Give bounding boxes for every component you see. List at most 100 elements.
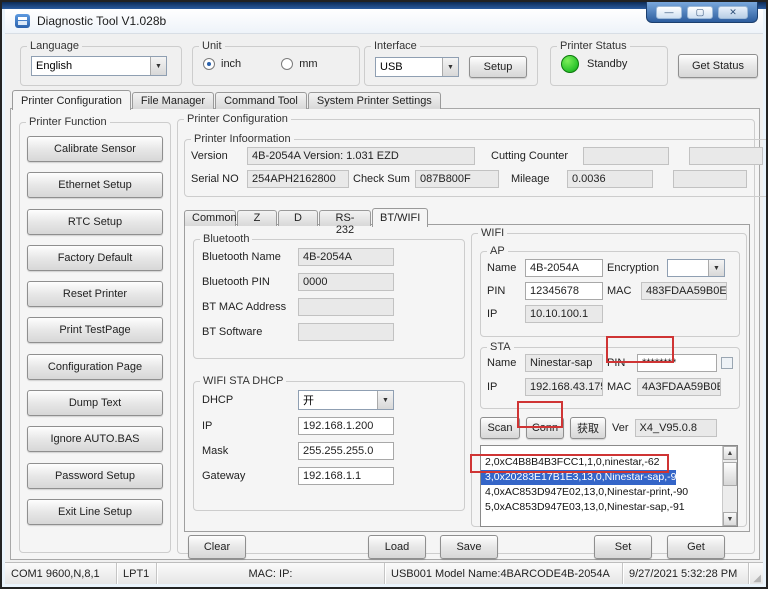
- rtc-setup-button[interactable]: RTC Setup: [27, 209, 163, 235]
- bt-mac-address-field: [298, 298, 394, 316]
- save-button[interactable]: Save: [440, 535, 498, 559]
- get-status-button[interactable]: Get Status: [678, 54, 758, 78]
- list-item[interactable]: 4,0xAC853D947E02,13,0,Ninestar-print,-90: [481, 485, 737, 500]
- dump-text-button[interactable]: Dump Text: [27, 390, 163, 416]
- sta-pin-checkbox[interactable]: [721, 357, 733, 369]
- status-datetime: 9/27/2021 5:32:28 PM: [623, 563, 749, 584]
- wifi-scan-list: 2,0xC4B8B4B3FCC1,1,0,ninestar,-62 3,0x20…: [480, 445, 738, 527]
- bluetooth-label: Bluetooth: [200, 233, 252, 245]
- chevron-down-icon[interactable]: ▼: [377, 391, 393, 409]
- maximize-button[interactable]: ▢: [687, 6, 713, 19]
- sta-dhcp-mask-field[interactable]: 255.255.255.0: [298, 442, 394, 460]
- language-label: Language: [27, 40, 82, 52]
- tab-printer-configuration[interactable]: Printer Configuration: [12, 90, 131, 110]
- print-testpage-button[interactable]: Print TestPage: [27, 317, 163, 343]
- dhcp-value: 开: [303, 392, 314, 408]
- sta-name-label: Name: [487, 357, 521, 369]
- scroll-up-icon[interactable]: ▲: [723, 446, 737, 460]
- unit-mm-radio[interactable]: [281, 58, 293, 70]
- bluetooth-pin-label: Bluetooth PIN: [202, 276, 294, 288]
- list-scrollbar[interactable]: ▲ ▼: [722, 446, 737, 526]
- tab-z[interactable]: Z: [237, 210, 277, 226]
- chevron-down-icon[interactable]: ▼: [442, 58, 458, 76]
- ap-pin-field[interactable]: 12345678: [525, 282, 603, 300]
- ver-field: X4_V95.0.8: [635, 419, 717, 437]
- bluetooth-group: Bluetooth Bluetooth Name 4B-2054A Blueto…: [193, 233, 465, 359]
- exit-line-setup-button[interactable]: Exit Line Setup: [27, 499, 163, 525]
- clear-button[interactable]: Clear: [188, 535, 246, 559]
- printer-status-label: Printer Status: [557, 40, 630, 52]
- scroll-down-icon[interactable]: ▼: [723, 512, 737, 526]
- interface-label: Interface: [371, 40, 420, 52]
- dhcp-label: DHCP: [202, 394, 294, 406]
- bluetooth-name-field: 4B-2054A: [298, 248, 394, 266]
- scan-button[interactable]: Scan: [480, 417, 520, 439]
- password-setup-button[interactable]: Password Setup: [27, 463, 163, 489]
- calibrate-sensor-button[interactable]: Calibrate Sensor: [27, 136, 163, 162]
- chevron-down-icon[interactable]: ▼: [708, 260, 724, 276]
- tab-bt-wifi[interactable]: BT/WIFI: [372, 208, 428, 227]
- window-title: Diagnostic Tool V1.028b: [37, 14, 166, 28]
- ap-encryption-select[interactable]: ▼: [667, 259, 725, 277]
- unit-inch-label: inch: [221, 58, 241, 70]
- app-icon: [15, 14, 30, 28]
- serial-no-label: Serial NO: [191, 173, 243, 185]
- sta-dhcp-ip-field[interactable]: 192.168.1.200: [298, 417, 394, 435]
- dhcp-select[interactable]: 开 ▼: [298, 390, 394, 410]
- sta-dhcp-gateway-field[interactable]: 192.168.1.1: [298, 467, 394, 485]
- unit-inch-radio[interactable]: [203, 58, 215, 70]
- tab-d[interactable]: D: [278, 210, 318, 226]
- tab-system-printer-settings[interactable]: System Printer Settings: [308, 92, 441, 109]
- tab-file-manager[interactable]: File Manager: [132, 92, 214, 109]
- sta-dhcp-mask-label: Mask: [202, 445, 294, 457]
- sta-pin-label: PIN: [607, 357, 633, 369]
- ap-mac-field: 483FDAA59B0E: [641, 282, 727, 300]
- language-select[interactable]: English ▼: [31, 56, 167, 76]
- status-bar: COM1 9600,N,8,1 LPT1 MAC: IP: USB001 Mod…: [5, 562, 763, 584]
- wifi-actions: Scan Conn 获取 Ver X4_V95.0.8: [480, 417, 717, 439]
- setup-button[interactable]: Setup: [469, 56, 527, 78]
- set-button[interactable]: Set: [594, 535, 652, 559]
- reset-printer-button[interactable]: Reset Printer: [27, 281, 163, 307]
- ap-name-field[interactable]: 4B-2054A: [525, 259, 603, 277]
- mileage-field: 0.0036: [567, 170, 653, 188]
- conn-button[interactable]: Conn: [526, 417, 564, 439]
- interface-select[interactable]: USB ▼: [375, 57, 459, 77]
- tab-common[interactable]: Common: [184, 210, 236, 226]
- scrollbar-thumb[interactable]: [723, 462, 737, 486]
- fetch-button[interactable]: 获取: [570, 417, 606, 439]
- bt-software-field: [298, 323, 394, 341]
- unit-mm-label: mm: [299, 58, 317, 70]
- list-item-selected[interactable]: 3,0x20283E17B1E3,13,0,Ninestar-sap,-96: [481, 470, 676, 485]
- list-item[interactable]: 5,0xAC853D947E03,13,0,Ninestar-sap,-91: [481, 500, 737, 515]
- printer-configuration-panel: Printer Function Calibrate Sensor Ethern…: [10, 108, 760, 560]
- sta-ip-field: 192.168.43.175: [525, 378, 603, 396]
- sta-mac-field: 4A3FDAA59B0E: [637, 378, 721, 396]
- printer-configuration-label: Printer Configuration: [184, 113, 291, 125]
- sta-pin-field[interactable]: ********: [637, 354, 717, 372]
- ethernet-setup-button[interactable]: Ethernet Setup: [27, 172, 163, 198]
- tab-command-tool[interactable]: Command Tool: [215, 92, 307, 109]
- printer-information-label: Printer Infoormation: [191, 133, 294, 145]
- wifi-sta-dhcp-label: WIFI STA DHCP: [200, 375, 286, 387]
- configuration-page-button[interactable]: Configuration Page: [27, 354, 163, 380]
- interface-group: Interface USB ▼ Setup: [364, 40, 538, 86]
- ignore-autobas-button[interactable]: Ignore AUTO.BAS: [27, 426, 163, 452]
- resize-grip-icon[interactable]: ◢: [751, 573, 763, 584]
- interface-value: USB: [380, 61, 403, 73]
- factory-default-button[interactable]: Factory Default: [27, 245, 163, 271]
- minimize-button[interactable]: —: [656, 6, 682, 19]
- status-com-port: COM1 9600,N,8,1: [5, 563, 117, 584]
- printer-function-label: Printer Function: [26, 116, 110, 128]
- ap-label: AP: [487, 245, 508, 257]
- close-button[interactable]: ✕: [718, 6, 748, 19]
- status-mac-ip: MAC: IP:: [157, 563, 385, 584]
- list-item[interactable]: 2,0xC4B8B4B3FCC1,1,0,ninestar,-62: [481, 455, 737, 470]
- load-button[interactable]: Load: [368, 535, 426, 559]
- status-lpt-port: LPT1: [117, 563, 157, 584]
- printer-status-value: Standby: [587, 58, 627, 70]
- tab-rs232[interactable]: RS-232: [319, 210, 371, 226]
- version-label: Version: [191, 150, 243, 162]
- get-button[interactable]: Get: [667, 535, 725, 559]
- chevron-down-icon[interactable]: ▼: [150, 57, 166, 75]
